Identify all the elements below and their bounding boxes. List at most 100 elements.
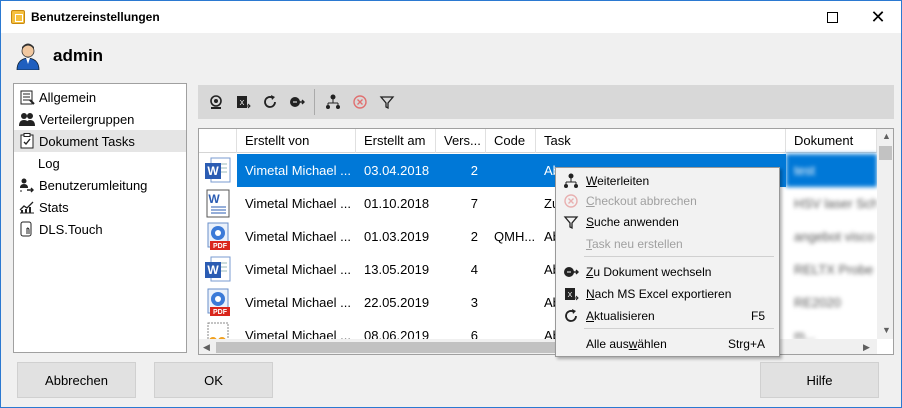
- sidebar-item-label: Dokument Tasks: [39, 133, 135, 149]
- svg-text:X: X: [240, 100, 245, 107]
- vertical-scroll-thumb[interactable]: [879, 146, 892, 160]
- refresh-icon: [562, 307, 580, 325]
- column-header-icon[interactable]: [199, 129, 237, 153]
- menu-item-checkout-abbrechen[interactable]: Checkout abbrechen: [558, 190, 777, 212]
- title-bar: Benutzereinstellungen ✕: [1, 1, 901, 33]
- checkout-icon: [210, 95, 222, 109]
- menu-item-label: Zu Dokument wechseln: [586, 265, 712, 279]
- sidebar-item-stats[interactable]: Stats: [14, 196, 186, 218]
- svg-text:PDF: PDF: [213, 243, 228, 250]
- sidebar-item-dls-touch[interactable]: DLS.Touch: [14, 218, 186, 240]
- cell-erstellt-von: Vimetal Michael ...: [245, 295, 351, 310]
- menu-item-suche-anwenden[interactable]: Suche anwenden: [558, 211, 777, 233]
- menu-item-zu-dokument-wechseln[interactable]: Zu Dokument wechseln: [558, 261, 777, 283]
- sidebar-item-label: DLS.Touch: [39, 221, 103, 237]
- menu-item-label: Weiterleiten: [586, 174, 650, 188]
- svg-text:W: W: [207, 263, 219, 277]
- settings-window: Benutzereinstellungen ✕ admin Allgemein …: [0, 0, 902, 408]
- svg-text:X: X: [568, 292, 573, 299]
- maximize-button[interactable]: [809, 1, 855, 33]
- filter-icon: [379, 96, 395, 110]
- cell-erstellt-von: Vimetal Michael ...: [245, 196, 351, 211]
- stats-icon: [18, 198, 36, 216]
- svg-text:W: W: [207, 164, 219, 178]
- users-icon: [18, 110, 36, 128]
- user-name: admin: [53, 46, 104, 65]
- cell-erstellt-am: 01.03.2019: [364, 229, 430, 244]
- cell-dokument: test: [786, 154, 877, 187]
- sidebar-item-label: Allgemein: [39, 89, 97, 105]
- cell-erstellt-am: 22.05.2019: [364, 295, 430, 310]
- grid-header: Erstellt von Erstellt am Vers... Code Ta…: [199, 129, 877, 153]
- maximize-icon: [826, 11, 838, 23]
- scroll-up-icon[interactable]: ▲: [882, 131, 891, 141]
- cancel-checkout-icon: [353, 95, 367, 109]
- menu-item-label: Suche anwenden: [586, 215, 679, 229]
- forward-icon: [326, 94, 340, 109]
- filter-button[interactable]: [374, 89, 400, 115]
- app-icon: [11, 10, 25, 24]
- cell-code: QMH...: [494, 229, 536, 244]
- menu-item-label: Checkout abbrechen: [586, 194, 697, 208]
- cell-erstellt-von: Vimetal Michael ...: [245, 229, 351, 244]
- cell-dokument: RE2020: [794, 295, 841, 310]
- sidebar-item-label: Verteilergruppen: [39, 111, 135, 127]
- cell-erstellt-am: 01.10.2018: [364, 196, 430, 211]
- window-title: Benutzereinstellungen: [31, 10, 160, 24]
- column-header-erstellt-am[interactable]: Erstellt am: [356, 129, 436, 153]
- forward-button[interactable]: [320, 89, 346, 115]
- menu-item-aktualisieren[interactable]: Aktualisieren F5: [558, 305, 777, 327]
- scroll-right-icon[interactable]: ▶: [863, 342, 870, 353]
- menu-item-alle-auswählen[interactable]: Alle auswählen Strg+A: [558, 333, 777, 355]
- sidebar-item-log[interactable]: Log: [14, 152, 186, 174]
- help-button[interactable]: Hilfe: [760, 362, 879, 398]
- menu-item-label: Alle auswählen: [586, 337, 667, 351]
- task-icon: [18, 132, 36, 150]
- scroll-left-icon[interactable]: ◀: [203, 342, 210, 353]
- menu-item-task-neu-erstellen[interactable]: Task neu erstellen: [558, 233, 777, 255]
- forward-icon: [562, 172, 580, 190]
- sidebar-item-benutzerumleitung[interactable]: Benutzerumleitung: [14, 174, 186, 196]
- toolbar-separator: [314, 89, 315, 115]
- goto-document-icon: [290, 97, 305, 107]
- refresh-button[interactable]: [257, 89, 283, 115]
- column-header-task[interactable]: Task: [536, 129, 786, 153]
- user-avatar-icon: [16, 43, 40, 70]
- checkout-button[interactable]: [203, 89, 229, 115]
- pdf-icon: PDF: [204, 288, 232, 317]
- export-excel-button[interactable]: X: [230, 89, 256, 115]
- column-header-erstellt-von[interactable]: Erstellt von: [237, 129, 356, 153]
- word-doc-icon: W: [204, 189, 232, 218]
- menu-item-label: Aktualisieren: [586, 309, 655, 323]
- menu-item-weiterleiten[interactable]: Weiterleiten: [558, 170, 777, 192]
- ok-button[interactable]: OK: [154, 362, 273, 398]
- scroll-down-icon[interactable]: ▼: [882, 325, 891, 335]
- filter-icon: [562, 213, 580, 231]
- cell-erstellt-am: 03.04.2018: [356, 154, 436, 187]
- cell-code: [486, 187, 536, 220]
- svg-text:W: W: [208, 192, 220, 206]
- cell-version: 2: [436, 154, 486, 187]
- cell-erstellt-am: 13.05.2019: [364, 262, 430, 277]
- column-header-version[interactable]: Vers...: [436, 129, 486, 153]
- cell-version: 2: [470, 229, 478, 244]
- cell-code: [486, 154, 536, 187]
- cancel-checkout-icon: [562, 192, 580, 210]
- refresh-icon: [264, 95, 276, 108]
- cell-version: 4: [470, 262, 478, 277]
- close-button[interactable]: ✕: [855, 1, 901, 33]
- menu-item-nach-ms-excel-exportieren[interactable]: X Nach MS Excel exportieren: [558, 283, 777, 305]
- column-header-code[interactable]: Code: [486, 129, 536, 153]
- column-header-dokument[interactable]: Dokument: [786, 129, 877, 153]
- vertical-scrollbar[interactable]: ▲ ▼: [877, 129, 893, 339]
- word-icon: W: [204, 156, 232, 185]
- sidebar-item-label: Log: [38, 155, 60, 171]
- sidebar-item-dokument-tasks[interactable]: Dokument Tasks: [14, 130, 186, 152]
- sidebar-item-allgemein[interactable]: Allgemein: [14, 86, 186, 108]
- cancel-button[interactable]: Abbrechen: [17, 362, 136, 398]
- sidebar-item-verteilergruppen[interactable]: Verteilergruppen: [14, 108, 186, 130]
- cancel-checkout-button[interactable]: [347, 89, 373, 115]
- context-menu: Weiterleiten Checkout abbrechen Suche anwe…: [555, 167, 780, 357]
- goto-document-button[interactable]: [284, 89, 310, 115]
- cell-version: 7: [470, 196, 478, 211]
